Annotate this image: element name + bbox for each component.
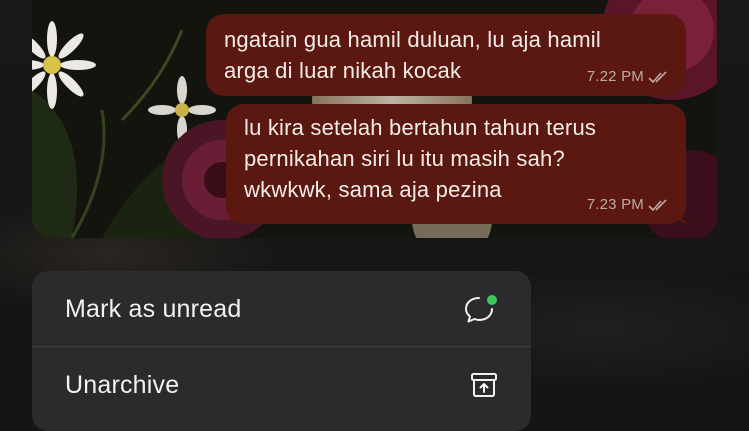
message-bubble-outgoing[interactable]: lu kira setelah bertahun tahun terus per… xyxy=(226,104,692,224)
message-meta: 7.23 PM xyxy=(587,196,668,214)
message-time: 7.22 PM xyxy=(586,68,644,85)
message-bubble-outgoing[interactable]: ngatain gua hamil duluan, lu aja hamil a… xyxy=(206,14,686,96)
unarchive-box-icon xyxy=(471,373,497,397)
message-meta: 7.22 PM xyxy=(587,68,668,86)
unarchive-item[interactable]: Unarchive xyxy=(32,347,531,423)
message-time: 7.23 PM xyxy=(586,196,644,213)
double-check-icon xyxy=(648,71,667,83)
menu-item-label: Unarchive xyxy=(65,370,180,399)
bubble-tail xyxy=(678,210,692,224)
menu-item-label: Mark as unread xyxy=(65,294,242,323)
message-text-line: lu kira setelah bertahun tahun terus xyxy=(244,115,597,140)
chat-preview: ngatain gua hamil duluan, lu aja hamil a… xyxy=(32,0,717,238)
message-text-line: pernikahan siri lu itu masih sah? xyxy=(244,146,565,171)
message-text-line: ngatain gua hamil duluan, lu aja hamil xyxy=(224,27,601,52)
context-menu: Mark as unread Unarchive xyxy=(32,271,531,431)
mark-as-unread-item[interactable]: Mark as unread xyxy=(32,271,531,347)
double-check-icon xyxy=(648,199,667,211)
chat-bubble-unread-icon xyxy=(465,293,499,323)
